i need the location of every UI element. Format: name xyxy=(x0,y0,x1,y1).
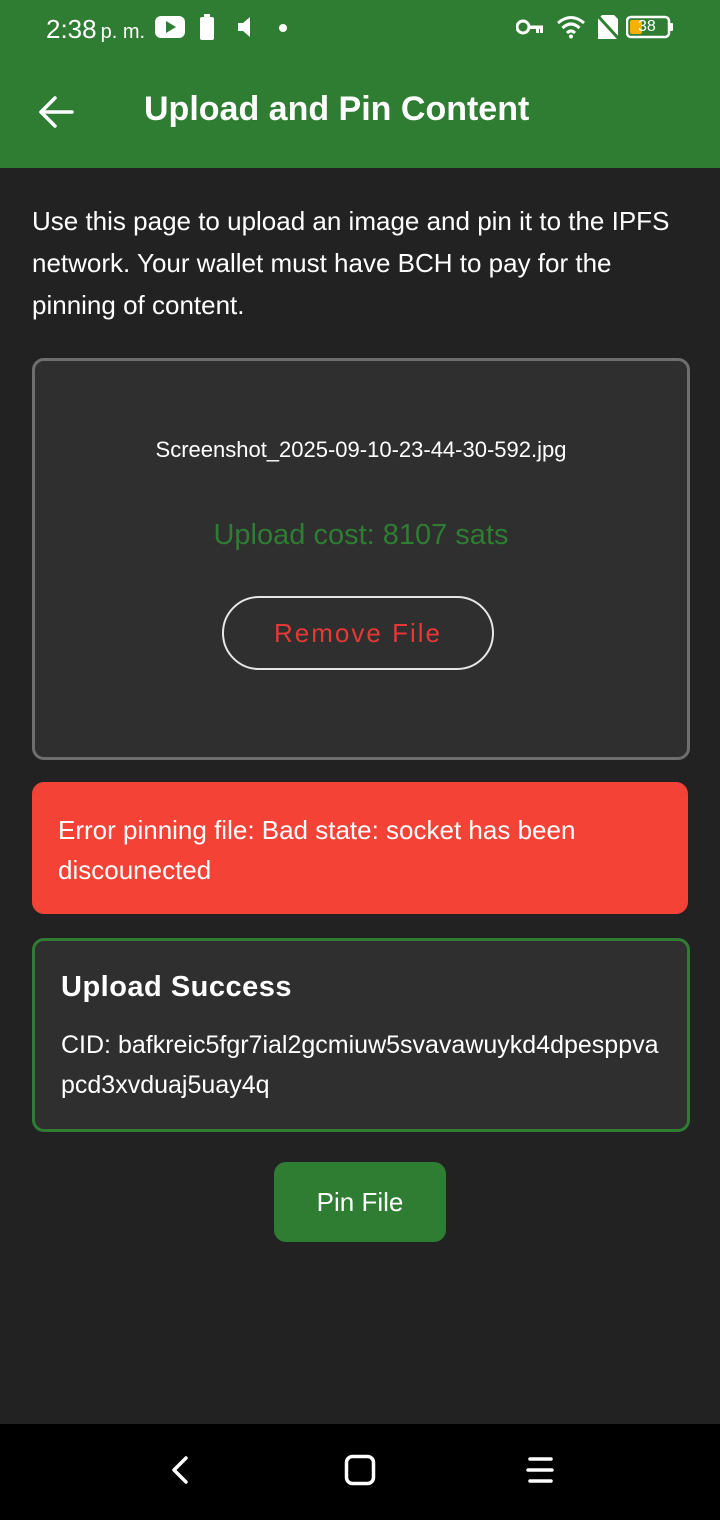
nav-menu-button[interactable] xyxy=(512,1446,568,1498)
remove-file-button[interactable]: Remove File xyxy=(222,596,494,670)
home-nav-icon xyxy=(344,1454,376,1491)
file-name: Screenshot_2025-09-10-23-44-30-592.jpg xyxy=(155,437,567,462)
file-card: Screenshot_2025-09-10-23-44-30-592.jpg U… xyxy=(32,358,690,760)
status-left-icons xyxy=(154,13,288,45)
error-message: Error pinning file: Bad state: socket ha… xyxy=(32,782,688,914)
battery-level: 38 xyxy=(638,17,656,35)
battery-icon: 38 xyxy=(625,15,674,44)
upload-cost: Upload cost: 8107 sats xyxy=(213,519,509,551)
top-bar: 2:38 p. m. 38 Upload and Pin Content xyxy=(0,0,720,168)
menu-nav-icon xyxy=(525,1455,555,1490)
upload-success-card: Upload Success CID: bafkreic5fgr7ial2gcm… xyxy=(32,938,690,1132)
success-title: Upload Success xyxy=(61,971,293,1003)
status-clock: 2:38 xyxy=(46,14,97,44)
volume-mute-icon xyxy=(236,16,256,43)
success-cid: CID: bafkreic5fgr7ial2gcmiuw5svavawuykd4… xyxy=(61,1031,659,1099)
youtube-icon xyxy=(154,15,186,44)
no-sim-icon xyxy=(595,13,621,45)
status-ampm: p. m. xyxy=(100,21,146,43)
app-bar: Upload and Pin Content xyxy=(0,60,720,168)
dot-icon xyxy=(278,20,288,38)
arrow-back-icon xyxy=(38,95,74,133)
back-nav-icon xyxy=(170,1455,190,1490)
nav-back-button[interactable] xyxy=(152,1446,208,1498)
intro-text: Use this page to upload an image and pin… xyxy=(32,206,670,320)
wifi-icon xyxy=(556,15,586,44)
status-bar: 2:38 p. m. 38 xyxy=(0,0,720,60)
nav-home-button[interactable] xyxy=(332,1446,388,1498)
page-title: Upload and Pin Content xyxy=(144,90,530,128)
back-button[interactable] xyxy=(28,86,84,142)
battery-saver-icon xyxy=(200,13,214,45)
navigation-bar xyxy=(0,1424,720,1520)
pin-file-button[interactable]: Pin File xyxy=(274,1162,446,1242)
screen: 2:38 p. m. 38 Upload and Pin Content Use… xyxy=(0,0,720,1520)
status-time: 2:38 p. m. xyxy=(46,14,145,45)
vpn-key-icon xyxy=(515,18,544,41)
status-right-icons: 38 xyxy=(515,13,674,45)
